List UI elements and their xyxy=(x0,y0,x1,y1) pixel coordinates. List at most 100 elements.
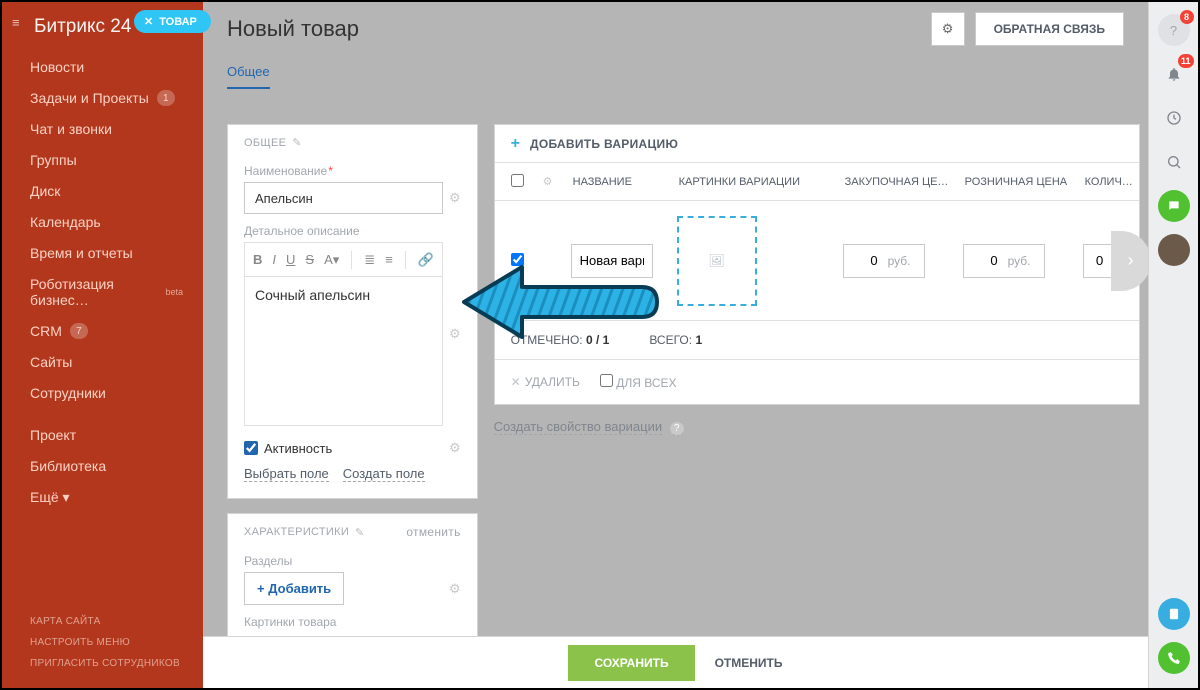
pill-label: ТОВАР xyxy=(159,16,197,28)
desc-editor[interactable]: Сочный апельсин xyxy=(244,276,443,426)
nav-item-rpa[interactable]: Роботизация бизнес…beta xyxy=(2,269,203,315)
nav-invite[interactable]: ПРИГЛАСИТЬ СОТРУДНИКОВ xyxy=(30,653,203,674)
italic-icon[interactable]: I xyxy=(272,252,276,267)
variation-name-input[interactable] xyxy=(571,244,653,278)
right-sidebar: ?8 11 xyxy=(1148,2,1198,688)
user-avatar[interactable] xyxy=(1158,234,1190,266)
help-icon[interactable]: ?8 xyxy=(1158,14,1190,46)
pencil-icon[interactable]: ✎ xyxy=(355,526,365,539)
create-variation-property-link[interactable]: Создать свойство вариации xyxy=(494,419,663,435)
nav-item-employees[interactable]: Сотрудники xyxy=(2,378,203,408)
search-icon[interactable] xyxy=(1158,146,1190,178)
variation-row: 🖼 руб. xyxy=(495,201,1139,321)
next-arrow-button[interactable]: › xyxy=(1111,231,1148,291)
nav-item-time[interactable]: Время и отчеты xyxy=(2,238,203,268)
underline-icon[interactable]: U xyxy=(286,252,295,267)
col-retail-label: РОЗНИЧНАЯ ЦЕНА xyxy=(965,176,1071,188)
variation-table-header: ⚙ НАЗВАНИЕ КАРТИНКИ ВАРИАЦИИ ЗАКУПОЧНАЯ … xyxy=(495,163,1139,201)
currency-label: руб. xyxy=(1002,254,1037,268)
clock-icon[interactable] xyxy=(1158,102,1190,134)
sections-label: Разделы xyxy=(244,554,461,568)
col-purchase-label: ЗАКУПОЧНАЯ ЦЕ… xyxy=(845,176,951,188)
nav-item-groups[interactable]: Группы xyxy=(2,145,203,175)
gear-icon[interactable]: ⚙ xyxy=(449,581,461,597)
nav-item-crm[interactable]: CRM 7 xyxy=(2,316,203,346)
add-variation-label: ДОБАВИТЬ ВАРИАЦИЮ xyxy=(530,137,678,151)
cancel-button[interactable]: ОТМЕНИТЬ xyxy=(715,656,783,670)
create-field-link[interactable]: Создать поле xyxy=(343,466,425,482)
for-all-checkbox[interactable] xyxy=(600,374,613,387)
cancel-link[interactable]: отменить xyxy=(406,525,460,539)
badge: 8 xyxy=(1180,10,1194,24)
card-heading: ОБЩЕЕ xyxy=(244,137,286,149)
gear-icon[interactable]: ⚙ xyxy=(449,326,461,342)
retail-price-input[interactable] xyxy=(964,253,1002,268)
nav-item-disk[interactable]: Диск xyxy=(2,176,203,206)
nav-item-more[interactable]: Ещё ▾ xyxy=(2,482,203,513)
font-icon[interactable]: A▾ xyxy=(324,252,339,268)
nav-label: Календарь xyxy=(30,214,101,230)
general-card: ОБЩЕЕ ✎ Наименование ⚙ Детальное описани… xyxy=(227,124,478,499)
bold-icon[interactable]: B xyxy=(253,252,262,267)
rte-toolbar: B I U S A▾ ≣ ≡ 🔗 xyxy=(244,242,443,276)
tab-general[interactable]: Общее xyxy=(227,56,270,89)
purchase-price-input[interactable] xyxy=(844,253,882,268)
main-area: Новый товар ⚙ ОБРАТНАЯ СВЯЗЬ Общее ОБЩЕЕ… xyxy=(203,2,1148,688)
settings-button[interactable]: ⚙ xyxy=(931,12,965,46)
characteristics-card: ХАРАКТЕРИСТИКИ ✎ отменить Разделы + Доба… xyxy=(227,513,478,636)
delete-label: УДАЛИТЬ xyxy=(525,375,580,389)
nav-label: CRM xyxy=(30,323,62,339)
nav-label: Задачи и Проекты xyxy=(30,90,149,106)
ol-icon[interactable]: ≣ xyxy=(364,252,375,268)
total-label: ВСЕГО: xyxy=(649,333,692,347)
chat-icon[interactable] xyxy=(1158,190,1190,222)
nav-item-sites[interactable]: Сайты xyxy=(2,347,203,377)
phone-icon[interactable] xyxy=(1158,642,1190,674)
gear-icon[interactable]: ⚙ xyxy=(543,175,559,188)
image-dropzone[interactable]: 🖼 xyxy=(677,216,757,306)
gear-icon[interactable]: ⚙ xyxy=(449,440,461,456)
for-all-label: ДЛЯ ВСЕХ xyxy=(616,376,676,390)
activity-label: Активность xyxy=(264,441,332,456)
page-title: Новый товар xyxy=(227,16,359,42)
nav-count-badge: 7 xyxy=(70,323,88,339)
app-icon[interactable] xyxy=(1158,598,1190,630)
nav-label: Новости xyxy=(30,59,84,75)
select-field-link[interactable]: Выбрать поле xyxy=(244,466,329,482)
product-tag-pill[interactable]: ✕ ТОВАР xyxy=(134,10,211,33)
ul-icon[interactable]: ≡ xyxy=(385,252,393,267)
close-icon[interactable]: ✕ xyxy=(144,15,153,28)
images-label: Картинки товара xyxy=(244,615,461,629)
nav-label: Роботизация бизнес… xyxy=(30,276,165,308)
name-input[interactable] xyxy=(244,182,443,214)
select-all-checkbox[interactable] xyxy=(511,174,524,187)
save-button[interactable]: СОХРАНИТЬ xyxy=(568,645,694,681)
nav-configure[interactable]: НАСТРОИТЬ МЕНЮ xyxy=(30,632,203,653)
variation-card: + ДОБАВИТЬ ВАРИАЦИЮ ⚙ НАЗВАНИЕ КАРТИНКИ … xyxy=(494,124,1140,405)
chevron-right-icon: › xyxy=(1128,250,1134,271)
plus-icon: + xyxy=(511,135,520,153)
add-section-button[interactable]: + Добавить xyxy=(244,572,344,605)
currency-label: руб. xyxy=(882,254,917,268)
nav-label: Сотрудники xyxy=(30,385,106,401)
nav-item-calendar[interactable]: Календарь xyxy=(2,207,203,237)
row-checkbox[interactable] xyxy=(511,253,524,266)
nav-item-project[interactable]: Проект xyxy=(2,420,203,450)
nav-item-library[interactable]: Библиотека xyxy=(2,451,203,481)
nav-sitemap[interactable]: КАРТА САЙТА xyxy=(30,611,203,632)
delete-button[interactable]: ✕УДАЛИТЬ xyxy=(511,375,580,389)
nav-item-chat[interactable]: Чат и звонки xyxy=(2,114,203,144)
add-variation-button[interactable]: + ДОБАВИТЬ ВАРИАЦИЮ xyxy=(495,125,1139,163)
pencil-icon[interactable]: ✎ xyxy=(292,136,302,149)
strike-icon[interactable]: S xyxy=(305,252,314,267)
gear-icon[interactable]: ⚙ xyxy=(449,190,461,206)
nav-item-news[interactable]: Новости xyxy=(2,52,203,82)
desc-label: Детальное описание xyxy=(244,224,461,238)
bell-icon[interactable]: 11 xyxy=(1158,58,1190,90)
help-icon[interactable]: ? xyxy=(670,422,684,436)
activity-checkbox[interactable] xyxy=(244,441,258,455)
nav-item-tasks[interactable]: Задачи и Проекты1 xyxy=(2,83,203,113)
link-icon[interactable]: 🔗 xyxy=(418,252,434,268)
feedback-button[interactable]: ОБРАТНАЯ СВЯЗЬ xyxy=(975,12,1124,46)
image-icon: 🖼 xyxy=(708,253,725,269)
